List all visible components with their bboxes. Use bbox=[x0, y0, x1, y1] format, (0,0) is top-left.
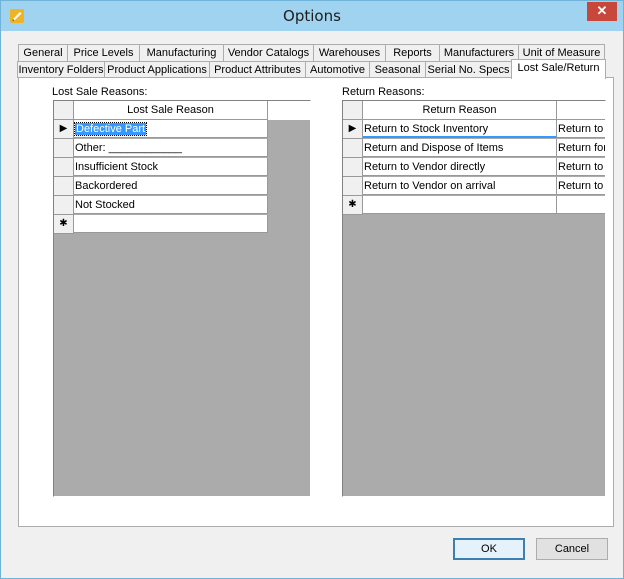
row-selector[interactable] bbox=[54, 196, 74, 215]
ok-button[interactable]: OK bbox=[453, 538, 525, 560]
return-reason-cell[interactable]: Return to Vendor directly bbox=[363, 158, 557, 176]
tab-lost-sale-return[interactable]: Lost Sale/Return bbox=[511, 59, 606, 79]
return-reason-cell[interactable]: Return to Stock Inventory bbox=[363, 120, 557, 138]
tab-inventory-folders[interactable]: Inventory Folders bbox=[17, 61, 105, 78]
window-title: Options bbox=[283, 7, 341, 25]
tab-product-applications[interactable]: Product Applications bbox=[104, 61, 210, 78]
return-reasons-grid[interactable]: Return Reason ▶ Return to Stock Inventor… bbox=[342, 100, 606, 497]
tab-serial-no-specs[interactable]: Serial No. Specs bbox=[425, 61, 512, 78]
lost-sale-reasons-grid[interactable]: Lost Sale Reason ▶ Defective Part Other:… bbox=[53, 100, 311, 497]
options-window: Options ✕ General Price Levels Manufactu… bbox=[0, 0, 624, 579]
tab-manufacturing[interactable]: Manufacturing bbox=[139, 44, 224, 61]
return-reasons-label: Return Reasons: bbox=[342, 86, 425, 98]
dialog-client: General Price Levels Manufacturing Vendo… bbox=[8, 31, 616, 571]
new-row-marker-icon[interactable]: ✱ bbox=[343, 196, 363, 215]
row-selector[interactable] bbox=[343, 177, 363, 196]
lost-sale-reason-cell[interactable]: Backordered bbox=[74, 177, 268, 195]
tab-seasonal[interactable]: Seasonal bbox=[369, 61, 426, 78]
tab-automotive[interactable]: Automotive bbox=[305, 61, 370, 78]
return-reason-column-header[interactable]: Return Reason bbox=[363, 101, 557, 120]
new-row-marker-icon[interactable]: ✱ bbox=[54, 215, 74, 234]
tab-warehouses[interactable]: Warehouses bbox=[313, 44, 386, 61]
row-selector[interactable] bbox=[343, 158, 363, 177]
lost-sale-reason-cell[interactable]: Defective Part bbox=[74, 120, 268, 138]
grid-corner-header bbox=[54, 101, 74, 120]
return-reason-cell[interactable]: Return and Dispose of Items bbox=[363, 139, 557, 157]
lost-sale-reason-cell[interactable]: Other: ____________ bbox=[74, 139, 268, 157]
row-selector[interactable] bbox=[54, 177, 74, 196]
cancel-button[interactable]: Cancel bbox=[536, 538, 608, 560]
selected-text[interactable]: Defective Part bbox=[74, 122, 148, 136]
lost-sale-reason-cell[interactable]: Not Stocked bbox=[74, 196, 268, 214]
lost-sale-reason-column-header[interactable]: Lost Sale Reason bbox=[74, 101, 268, 120]
tab-price-levels[interactable]: Price Levels bbox=[67, 44, 140, 61]
title-bar[interactable]: Options ✕ bbox=[1, 1, 623, 31]
row-selector-current[interactable]: ▶ bbox=[343, 120, 363, 139]
tab-row-bottom: Inventory Folders Product Applications P… bbox=[17, 59, 612, 79]
return-secondary-cell[interactable]: Return to bbox=[557, 120, 605, 138]
row-selector[interactable] bbox=[54, 139, 74, 158]
return-secondary-cell[interactable]: Return to bbox=[557, 158, 605, 176]
row-selector-current[interactable]: ▶ bbox=[54, 120, 74, 139]
return-secondary-cell[interactable]: Return for bbox=[557, 139, 605, 157]
tab-product-attributes[interactable]: Product Attributes bbox=[209, 61, 306, 78]
close-button[interactable]: ✕ bbox=[587, 2, 617, 21]
tab-vendor-catalogs[interactable]: Vendor Catalogs bbox=[223, 44, 314, 61]
tab-reports[interactable]: Reports bbox=[385, 44, 440, 61]
lost-sale-reason-cell[interactable]: Insufficient Stock bbox=[74, 158, 268, 176]
new-row-cell[interactable] bbox=[557, 196, 605, 214]
row-selector[interactable] bbox=[54, 158, 74, 177]
tab-manufacturers[interactable]: Manufacturers bbox=[439, 44, 519, 61]
return-secondary-column-header[interactable] bbox=[557, 101, 605, 120]
row-selector[interactable] bbox=[343, 139, 363, 158]
grid-corner-header bbox=[343, 101, 363, 120]
new-row-cell[interactable] bbox=[74, 215, 268, 233]
tab-general[interactable]: General bbox=[18, 44, 68, 61]
new-row-cell[interactable] bbox=[363, 196, 557, 214]
lost-sale-reasons-label: Lost Sale Reasons: bbox=[52, 86, 148, 98]
return-reason-cell[interactable]: Return to Vendor on arrival bbox=[363, 177, 557, 195]
return-secondary-cell[interactable]: Return to bbox=[557, 177, 605, 195]
